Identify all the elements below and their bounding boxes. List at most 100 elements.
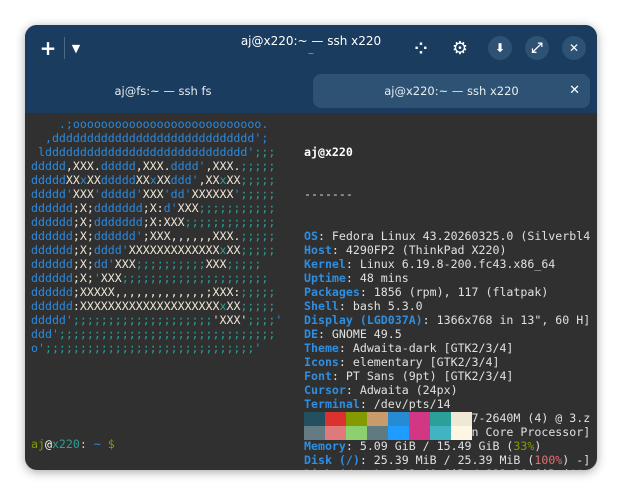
info-value: 100% — [534, 453, 563, 467]
info-key: Uptime — [304, 271, 346, 285]
logo-segment: ' — [254, 341, 262, 355]
logo-segment: XXX — [72, 187, 94, 201]
logo-line: dddddd;XXXXX,,,,,,,,,,,,,;XXX:;;;;; — [31, 285, 282, 299]
logo-segment: ;X: — [142, 201, 164, 215]
prompt-user: aj — [31, 437, 45, 451]
logo-segment: dddd' — [170, 159, 206, 173]
info-line: Cursor: Adwaita (24px) — [304, 383, 590, 397]
info-key: Theme — [304, 341, 339, 355]
logo-segment: XX — [156, 173, 171, 187]
info-value: 33% — [513, 439, 535, 453]
download-button[interactable]: ⬇ — [488, 36, 512, 60]
logo-segment: ;;;;;;;;;;;;;;;;;;;; — [72, 313, 213, 327]
logo-segment: ;;;;; — [240, 159, 276, 173]
logo-segment: ddddd — [31, 173, 66, 187]
separator: ------- — [304, 187, 353, 201]
palette-swatch — [304, 426, 325, 440]
logo-line: dddddd;X;dd'XXX;;;;;;;;;;XXX;;;;; — [31, 257, 282, 271]
info-value: : bash 5.3.0 — [338, 299, 423, 313]
logo-line: dddddd;X;ddddddd;X:d'XXX;;;;;;;;;;; — [31, 201, 282, 215]
logo-segment: ,XXX. — [135, 159, 171, 173]
info-key: Memory — [304, 439, 346, 453]
logo-segment: ;;;;;;;;;;;;;;;;;;;;;;;;;;;;;;; — [58, 327, 276, 341]
logo-segment: lddddddddddddddddddddddddddddd' — [31, 145, 255, 159]
logo-line: ddddd'XXX'ddddd'XXX'dd'XXXXXX';;;;; — [31, 187, 282, 201]
info-key: Disk (/) — [304, 453, 360, 467]
logo-segment: ddddd — [100, 159, 136, 173]
logo-segment: x — [219, 173, 227, 187]
overview-grid-icon[interactable]: ⁘ — [409, 36, 433, 60]
shell-prompt[interactable]: aj@x220: ~ $ — [31, 437, 115, 451]
logo-segment: ;;;;;;;;;;;;;;;;;;;;;;;;;;;;;; — [44, 341, 255, 355]
logo-line: dddddd;X;dddd'XXXXXXXXXXXXXxXX;;;;; — [31, 243, 282, 257]
logo-segment: ;;; — [254, 145, 276, 159]
logo-segment: dddddd — [31, 285, 73, 299]
info-value: : PT Sans (9pt) [GTK2/3/4] — [331, 369, 514, 383]
info-line: Uptime: 48 mins — [304, 271, 590, 285]
logo-line: lddddddddddddddddddddddddddddd';;; — [31, 145, 282, 159]
info-value: : /dev/pts/14 — [359, 397, 451, 411]
logo-segment: dddd' — [93, 243, 129, 257]
logo-segment: ,XX — [198, 173, 220, 187]
info-value: : Fedora Linux 43.20260325.0 (Silverbl4 — [317, 229, 591, 243]
info-key: Display (LGD037A) — [304, 313, 423, 327]
info-line: Theme: Adwaita-dark [GTK2/3/4] — [304, 341, 590, 355]
logo-segment: XXX — [100, 271, 122, 285]
tab-fs[interactable]: aj@fs:~ — ssh fs — [33, 74, 293, 108]
info-line: Disk (/): 25.39 MiB / 25.39 MiB (100%) -… — [304, 453, 590, 467]
info-key: Cursor — [304, 383, 346, 397]
logo-segment: ;X; — [72, 257, 94, 271]
palette-swatch — [409, 412, 430, 426]
logo-segment: dddddd — [31, 243, 73, 257]
palette-swatch — [346, 426, 367, 440]
close-window-button[interactable]: ✕ — [562, 36, 586, 60]
info-value: : 1856 (rpm), 117 (flatpak) — [359, 285, 549, 299]
info-key: Packages — [304, 285, 360, 299]
logo-segment: XXX — [177, 201, 199, 215]
logo-line: dddddd;X;'XXX;;;;;;;;;;;;;;;;;;;;; — [31, 271, 282, 285]
logo-segment: ,XXX. — [65, 159, 101, 173]
palette-swatch — [451, 412, 472, 426]
info-value: : elementary [GTK2/3/4] — [338, 355, 500, 369]
logo-segment: ddddd — [31, 159, 66, 173]
info-key: OS — [304, 229, 318, 243]
info-key: Kernel — [304, 257, 346, 271]
info-key: Terminal — [304, 397, 360, 411]
info-line: Kernel: Linux 6.19.8-200.fc43.x86_64 — [304, 257, 590, 271]
info-line: Shell: bash 5.3.0 — [304, 299, 590, 313]
info-line: Host: 4290FP2 (ThinkPad X220) — [304, 243, 590, 257]
logo-segment: 'dd' — [163, 187, 192, 201]
logo-segment: XX — [226, 299, 241, 313]
logo-segment: 'XXX' — [212, 313, 248, 327]
logo-line: ddddd';;;;;;;;;;;;;;;;;;;;'XXX';;;;' — [31, 313, 282, 327]
logo-segment: ddddddd — [93, 201, 143, 215]
info-value: : Linux 6.19.8-200.fc43.x86_64 — [345, 257, 556, 271]
logo-segment: ;X; — [72, 271, 94, 285]
palette-swatch — [367, 426, 388, 440]
fullscreen-button[interactable]: ⤢ — [525, 36, 549, 60]
info-key: Shell — [304, 299, 339, 313]
palette-swatch — [430, 412, 451, 426]
logo-segment: dddddd — [31, 299, 73, 313]
tab-x220[interactable]: aj@x220:~ — ssh x220 ✕ — [313, 74, 590, 108]
logo-segment: XX — [226, 173, 241, 187]
logo-segment: XXXXXX — [191, 187, 234, 201]
prompt-colon: : — [79, 437, 94, 451]
settings-gear-icon[interactable]: ⚙ — [448, 36, 472, 60]
logo-segment: dd' — [93, 257, 115, 271]
logo-segment: dddddd — [31, 257, 73, 271]
palette-swatch — [430, 426, 451, 440]
logo-segment: XXXXXXXXXXXXX — [128, 243, 220, 257]
tab-close-icon[interactable]: ✕ — [569, 83, 580, 98]
logo-segment: ;;;;;;;;;;;;; — [184, 215, 276, 229]
info-value: : 592.40 GiB / 892.28 GiB ( — [381, 467, 569, 470]
logo-segment: ;;;; — [247, 313, 276, 327]
info-value: : Adwaita (24px) — [345, 383, 458, 397]
palette-swatch — [388, 426, 409, 440]
info-value: : 1366x768 in 13", 60 H] — [422, 313, 591, 327]
logo-segment: x — [149, 173, 157, 187]
logo-segment: dddddd — [31, 229, 73, 243]
logo-segment: ;;;;; — [240, 285, 276, 299]
palette-swatch — [346, 412, 367, 426]
logo-segment: ;XXXXX,,,,,,,,,,,,,;XXX: — [72, 285, 241, 299]
